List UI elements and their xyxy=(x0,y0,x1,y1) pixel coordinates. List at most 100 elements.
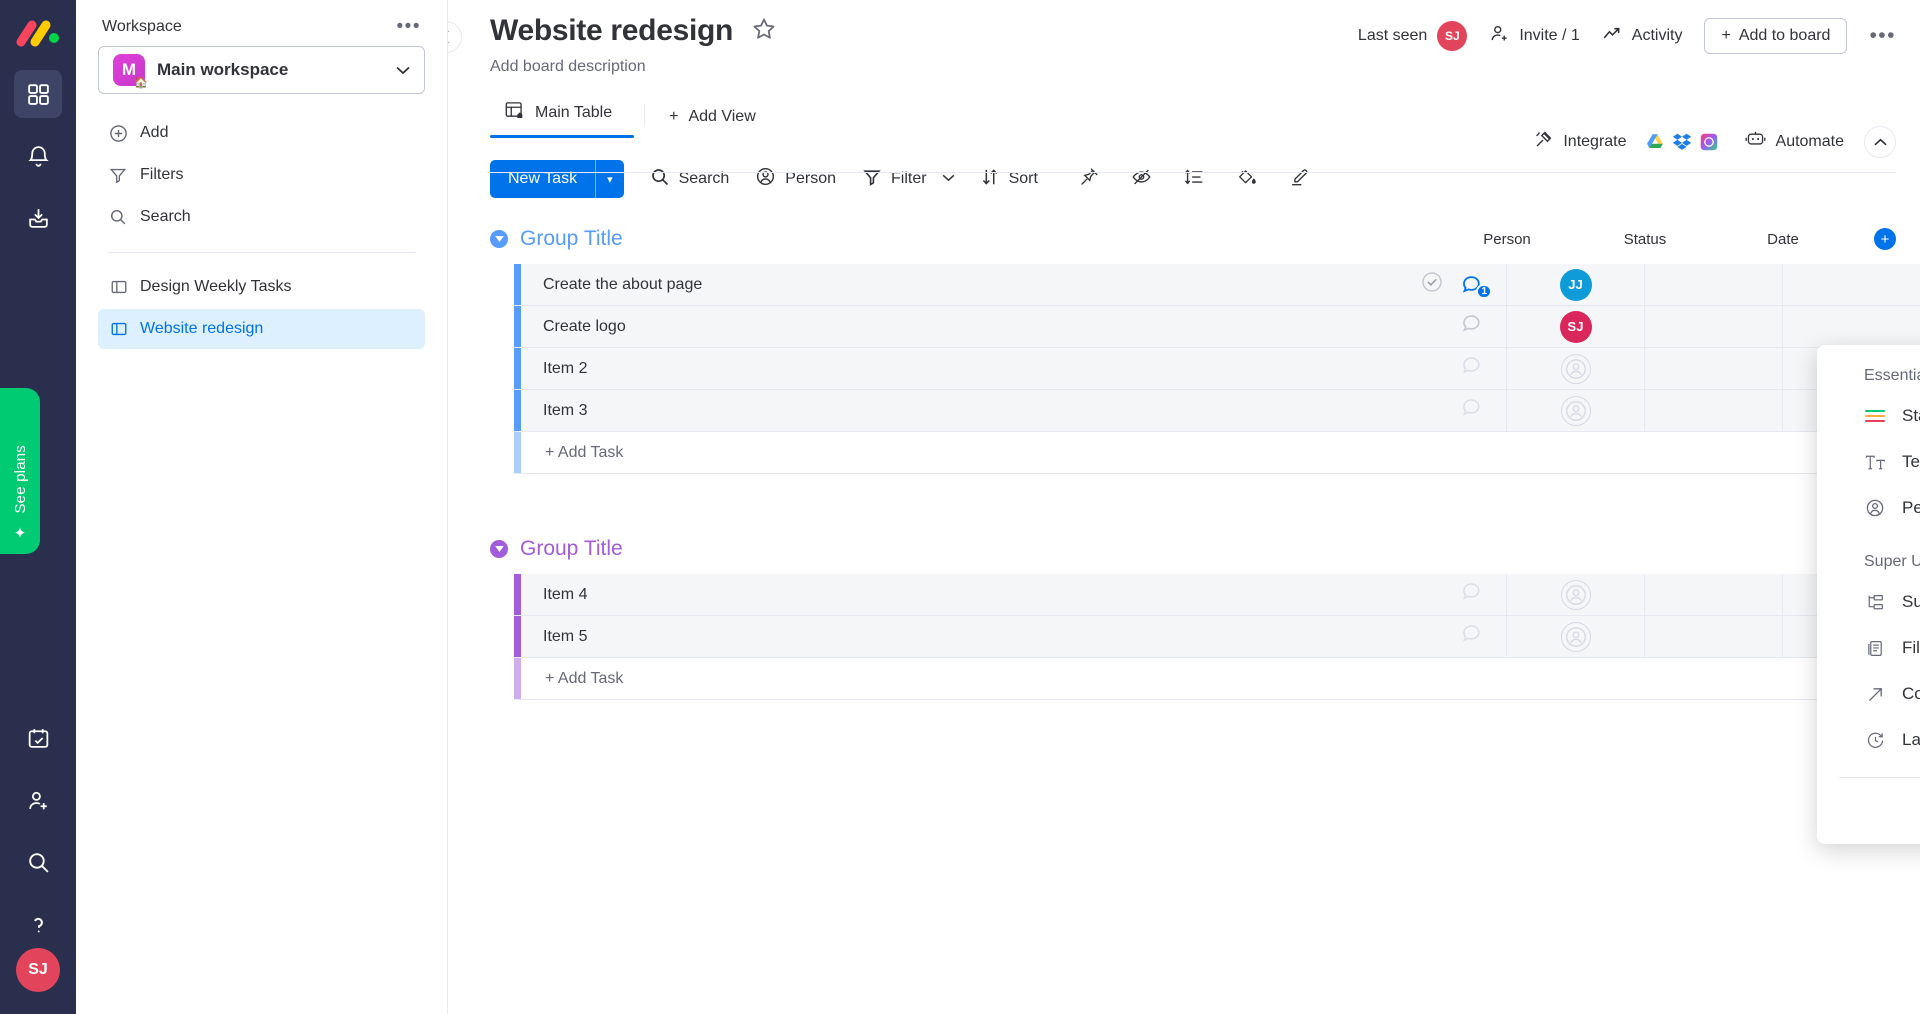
color-fill-icon[interactable] xyxy=(1235,166,1258,193)
sidebar-item-my-work[interactable] xyxy=(14,714,62,762)
google-drive-icon[interactable] xyxy=(1640,127,1670,157)
add-to-board-button[interactable]: + Add to board xyxy=(1704,18,1848,54)
group-collapse-icon[interactable] xyxy=(490,540,508,558)
sidebar-item-search[interactable]: Search xyxy=(98,196,425,238)
row-title[interactable]: Create the about page xyxy=(521,276,1420,294)
group-title[interactable]: Group Title xyxy=(520,537,623,561)
cell-person[interactable] xyxy=(1506,573,1644,616)
board-more-button[interactable]: ••• xyxy=(1869,25,1896,46)
workspace-selector[interactable]: M 🏠 Main workspace xyxy=(98,46,425,94)
add-column-button[interactable]: + xyxy=(1874,228,1896,250)
menu-item-text[interactable]: Text xyxy=(1847,439,1920,485)
see-plans-button[interactable]: ✦ See plans xyxy=(0,388,40,554)
column-header-status[interactable]: Status xyxy=(1576,231,1714,248)
sidebar-item-design-weekly-tasks[interactable]: Design Weekly Tasks xyxy=(98,267,425,307)
cell-person[interactable]: JJ xyxy=(1506,263,1644,306)
menu-item-people[interactable]: People xyxy=(1847,485,1920,531)
table-row[interactable]: Item 4 xyxy=(514,573,1920,616)
add-to-board-label: Add to board xyxy=(1738,27,1831,44)
table-row[interactable]: Create logo SJ xyxy=(514,305,1920,348)
menu-item-status[interactable]: Status xyxy=(1847,393,1920,439)
highlight-pen-icon[interactable] xyxy=(1288,166,1311,193)
monday-logo-icon[interactable] xyxy=(15,16,61,56)
filter-button[interactable]: Filter xyxy=(862,167,955,192)
cell-status[interactable] xyxy=(1644,263,1782,306)
column-header-person[interactable]: Person xyxy=(1438,231,1576,248)
chevron-down-icon[interactable] xyxy=(396,63,410,78)
search-button[interactable]: Search xyxy=(650,167,729,192)
cell-status[interactable] xyxy=(1644,573,1782,616)
row-title[interactable]: Item 5 xyxy=(521,628,1460,646)
table-row[interactable]: Item 2 xyxy=(514,347,1920,390)
cell-status[interactable] xyxy=(1644,615,1782,658)
add-view-label: Add View xyxy=(688,108,756,125)
person-filter-button[interactable]: Person xyxy=(755,166,836,192)
row-title[interactable]: Create logo xyxy=(521,318,1460,336)
hide-eye-icon[interactable] xyxy=(1130,166,1153,193)
new-task-caret[interactable]: ▾ xyxy=(596,160,624,198)
group-collapse-icon[interactable] xyxy=(490,230,508,248)
sidebar-item-add[interactable]: Add xyxy=(98,112,425,154)
menu-item-last-updated[interactable]: Last Updated xyxy=(1847,717,1920,763)
sidebar-item-home[interactable] xyxy=(14,70,62,118)
cell-status[interactable] xyxy=(1644,389,1782,432)
board-description[interactable]: Add board description xyxy=(490,58,1890,76)
collapse-toolbar-button[interactable] xyxy=(1864,126,1896,158)
last-seen-avatar[interactable]: SJ xyxy=(1437,21,1468,51)
chevron-down-icon[interactable] xyxy=(942,173,955,185)
menu-item-connect-boards[interactable]: Connect boards xyxy=(1847,671,1920,717)
row-title[interactable]: Item 2 xyxy=(521,360,1460,378)
favorite-star-icon[interactable] xyxy=(751,16,777,47)
comment-bubble-icon[interactable] xyxy=(1460,622,1488,651)
menu-item-label: Files xyxy=(1902,638,1920,657)
sidebar-item-invite[interactable] xyxy=(14,776,62,824)
group-title[interactable]: Group Title xyxy=(520,227,623,251)
row-title[interactable]: Item 3 xyxy=(521,402,1460,420)
workspace-more-button[interactable]: ••• xyxy=(397,17,421,36)
menu-item-files[interactable]: Files xyxy=(1847,625,1920,671)
comment-bubble-icon[interactable] xyxy=(1460,396,1488,425)
table-row[interactable]: Create the about page 1 JJ xyxy=(514,263,1920,306)
sidebar-item-website-redesign[interactable]: Website redesign xyxy=(98,309,425,349)
table-row[interactable]: Item 3 xyxy=(514,389,1920,432)
more-columns-button[interactable]: More columns xyxy=(1817,778,1920,844)
sort-button[interactable]: Sort xyxy=(981,167,1038,192)
column-header-date[interactable]: Date xyxy=(1714,231,1852,248)
comment-bubble-icon[interactable]: 1 xyxy=(1460,273,1492,299)
add-task-row[interactable]: + Add Task xyxy=(514,432,1920,474)
menu-item-subitems[interactable]: Subitems xyxy=(1847,579,1920,625)
new-task-button[interactable]: New Task ▾ xyxy=(490,160,624,198)
pin-icon[interactable] xyxy=(1078,166,1100,193)
comment-bubble-icon[interactable] xyxy=(1460,312,1488,341)
see-plans-label: See plans xyxy=(11,445,29,514)
row-height-icon[interactable] xyxy=(1183,166,1205,193)
cell-person[interactable] xyxy=(1506,389,1644,432)
sidebar-item-inbox[interactable] xyxy=(14,194,62,242)
add-task-row[interactable]: + Add Task xyxy=(514,658,1920,700)
automate-button[interactable]: Automate xyxy=(1744,129,1844,155)
cell-date[interactable] xyxy=(1782,305,1920,348)
sidebar-item-filters[interactable]: Filters xyxy=(98,154,425,196)
comment-bubble-icon[interactable] xyxy=(1460,580,1488,609)
done-check-icon[interactable] xyxy=(1420,270,1444,299)
user-avatar[interactable]: SJ xyxy=(16,948,60,992)
cell-person[interactable]: SJ xyxy=(1506,305,1644,348)
cell-status[interactable] xyxy=(1644,305,1782,348)
sidebar-item-help[interactable] xyxy=(14,900,62,948)
activity-button[interactable]: Activity xyxy=(1602,23,1682,49)
table-row[interactable]: Item 5 xyxy=(514,615,1920,658)
cell-person[interactable] xyxy=(1506,347,1644,390)
dropbox-icon[interactable] xyxy=(1667,127,1697,157)
integrate-button[interactable]: Integrate xyxy=(1533,129,1627,155)
cell-date[interactable] xyxy=(1782,263,1920,306)
add-view-button[interactable]: + Add View xyxy=(655,100,778,138)
row-title[interactable]: Item 4 xyxy=(521,586,1460,604)
tab-main-table[interactable]: Main Table xyxy=(490,92,635,138)
comment-bubble-icon[interactable] xyxy=(1460,354,1488,383)
sidebar-item-search[interactable] xyxy=(14,838,62,886)
sidebar-item-notifications[interactable] xyxy=(14,132,62,180)
invite-button[interactable]: Invite / 1 xyxy=(1489,23,1580,49)
adobe-creative-cloud-icon[interactable] xyxy=(1694,127,1724,157)
cell-status[interactable] xyxy=(1644,347,1782,390)
cell-person[interactable] xyxy=(1506,615,1644,658)
